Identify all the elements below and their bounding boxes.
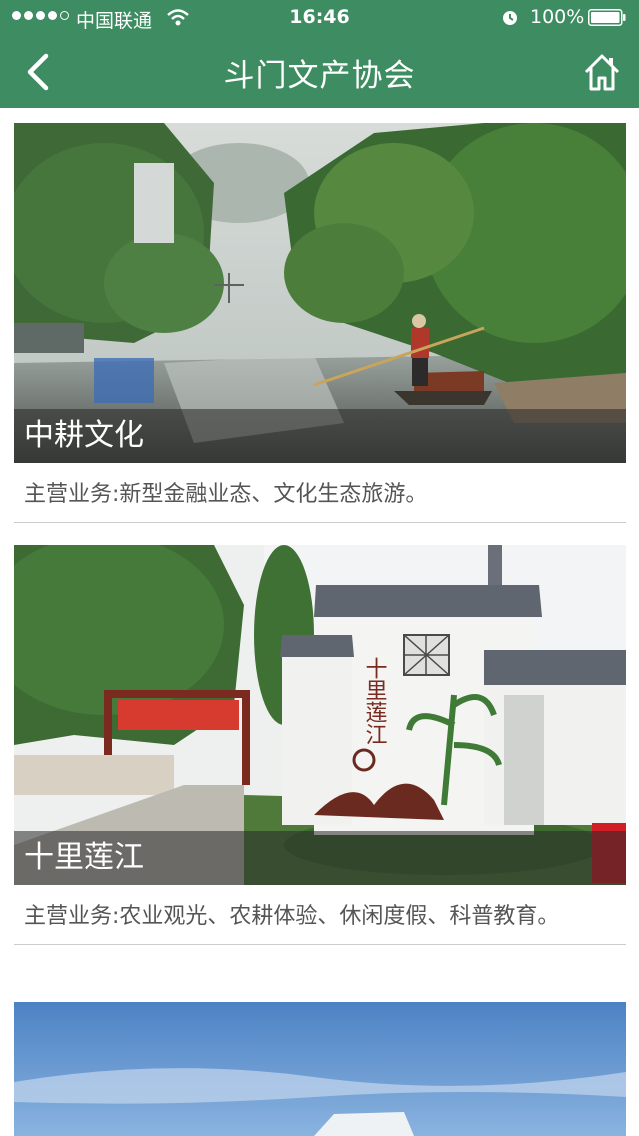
card-photo[interactable]: 十里莲江 十里莲江	[14, 545, 626, 885]
card-photo[interactable]: 中耕文化	[14, 123, 626, 463]
status-bar: 中国联通 16:46 100%	[0, 0, 639, 36]
app-header-bar: 中国联通 16:46 100% 斗门文产协会	[0, 0, 639, 108]
home-icon[interactable]	[582, 52, 622, 92]
list-item[interactable]: 十里莲江 十里莲江 主营业务:农业观光、农耕体验、休闲度假、科普教育。	[14, 545, 626, 945]
battery-percent: 100%	[530, 6, 585, 28]
sky-photo	[14, 1002, 626, 1136]
card-photo[interactable]	[14, 1002, 626, 1136]
card-description: 主营业务:农业观光、农耕体验、休闲度假、科普教育。	[24, 904, 560, 929]
card-title: 中耕文化	[24, 418, 144, 453]
page-title: 斗门文产协会	[223, 58, 416, 94]
alarm-icon	[503, 11, 517, 25]
card-description: 主营业务:新型金融业态、文化生态旅游。	[24, 482, 428, 507]
card-title: 十里莲江	[24, 840, 144, 875]
divider	[14, 522, 626, 523]
battery-icon	[588, 9, 626, 26]
divider	[14, 944, 626, 945]
list-item[interactable]: 中耕文化 主营业务:新型金融业态、文化生态旅游。	[14, 123, 626, 523]
gate-sign-text: 十里莲江	[362, 657, 388, 745]
list-item[interactable]	[14, 1002, 626, 1136]
